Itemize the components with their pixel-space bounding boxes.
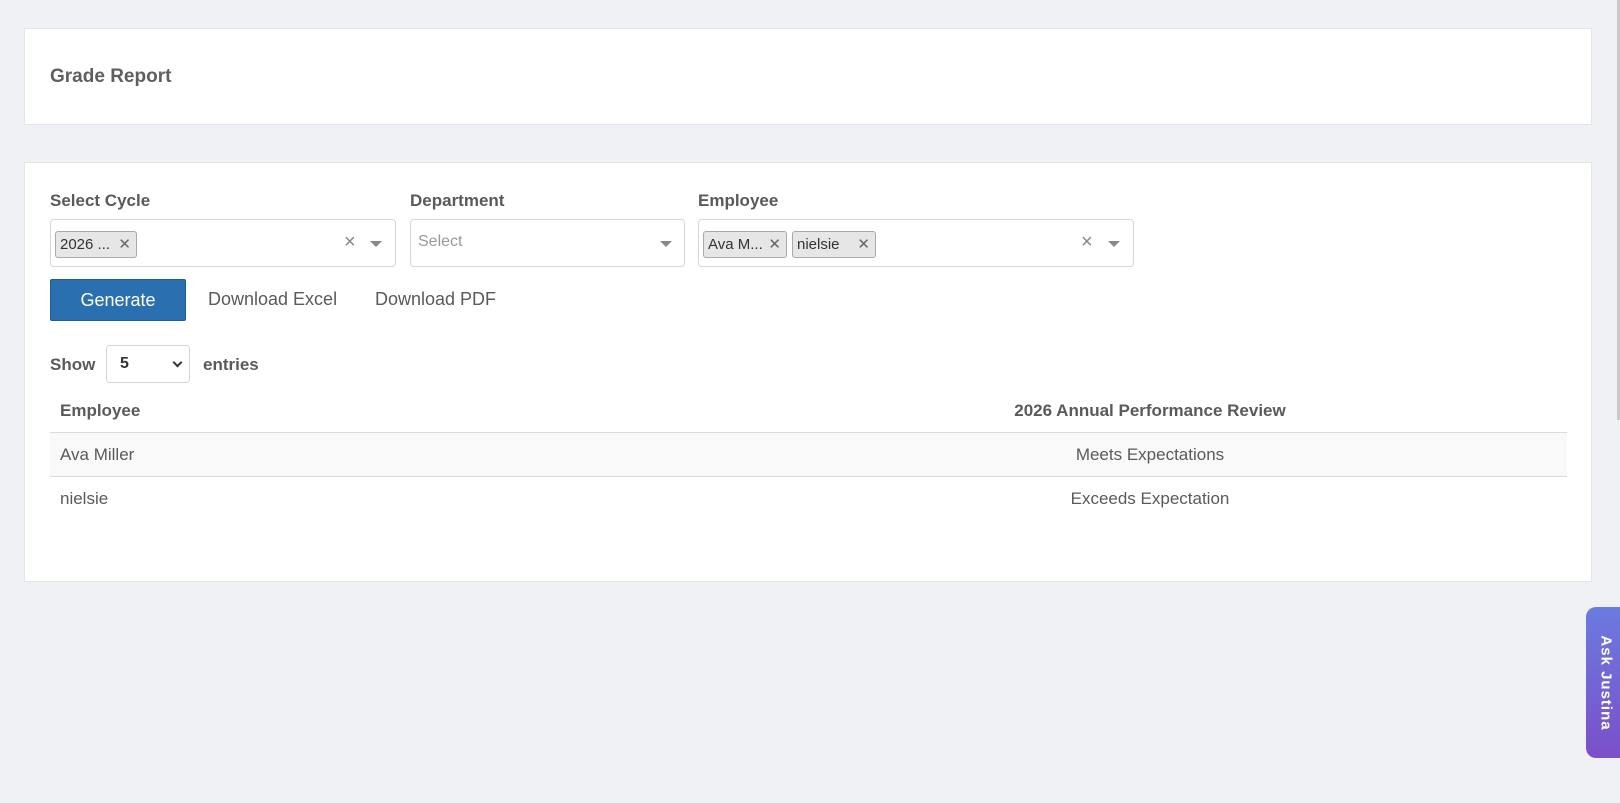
cycle-select[interactable]: 2026 ... ✕ × — [50, 219, 396, 267]
generate-button[interactable]: Generate — [50, 279, 186, 321]
caret-down-icon[interactable] — [660, 241, 672, 247]
column-header-review[interactable]: 2026 Annual Performance Review — [1010, 401, 1290, 421]
employee-select[interactable]: Ava M... ✕ nielsie ✕ × — [698, 219, 1134, 267]
employee-chip: Ava M... ✕ — [703, 231, 787, 258]
clear-icon[interactable]: × — [344, 231, 356, 254]
employee-chip-label: Ava M... — [708, 236, 763, 253]
remove-chip-icon[interactable]: ✕ — [768, 232, 781, 257]
cycle-chip: 2026 ... ✕ — [55, 231, 137, 258]
table-header: Employee 2026 Annual Performance Review — [50, 389, 1567, 433]
caret-down-icon[interactable] — [370, 241, 382, 247]
employee-cell: Ava Miller — [60, 445, 135, 464]
page-title: Grade Report — [50, 66, 172, 87]
cycle-chip-label: 2026 ... — [60, 236, 111, 253]
remove-chip-icon[interactable]: ✕ — [118, 232, 131, 257]
table-row: Ava Miller Meets Expectations — [50, 433, 1567, 477]
caret-down-icon[interactable] — [1108, 241, 1120, 247]
employee-label: Employee — [698, 191, 779, 210]
entries-select[interactable]: 5 — [106, 345, 190, 383]
employee-chip: nielsie ✕ — [792, 231, 876, 258]
download-pdf-button[interactable]: Download PDF — [375, 289, 496, 310]
entries-value: 5 — [120, 355, 129, 372]
department-label: Department — [410, 191, 505, 210]
employee-cell: nielsie — [60, 489, 109, 508]
rating-cell: Meets Expectations — [1075, 445, 1225, 464]
clear-icon[interactable]: × — [1081, 231, 1093, 254]
entries-label: entries — [203, 355, 259, 374]
download-excel-button[interactable]: Download Excel — [208, 289, 337, 310]
header-card: Grade Report — [24, 28, 1592, 125]
remove-chip-icon[interactable]: ✕ — [857, 232, 870, 257]
rating-cell: Exceeds Expectation — [1070, 489, 1230, 508]
show-label: Show — [50, 355, 96, 374]
department-placeholder: Select — [418, 233, 463, 250]
report-card: Select Cycle 2026 ... ✕ × Department Sel… — [24, 162, 1592, 582]
cycle-label: Select Cycle — [50, 191, 151, 210]
employee-chip-label: nielsie — [797, 236, 840, 253]
department-select[interactable]: Select — [410, 219, 685, 267]
ask-assistant-label: Ask Justina — [1597, 634, 1615, 731]
table-row: nielsie Exceeds Expectation — [50, 477, 1567, 521]
column-header-employee[interactable]: Employee — [60, 401, 140, 421]
chevron-down-icon — [172, 357, 183, 368]
ask-assistant-tab[interactable]: Ask Justina — [1586, 607, 1620, 758]
grade-table: Employee 2026 Annual Performance Review … — [50, 389, 1567, 521]
